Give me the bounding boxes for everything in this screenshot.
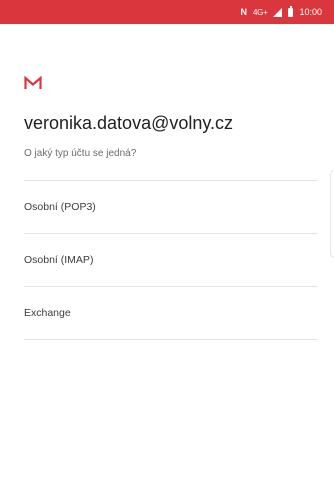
status-time: 10:00 (299, 7, 322, 17)
account-type-list: Osobní (POP3) Osobní (IMAP) Exchange (24, 180, 318, 340)
option-imap[interactable]: Osobní (IMAP) (24, 234, 318, 287)
option-pop3[interactable]: Osobní (POP3) (24, 181, 318, 234)
nfc-icon: N (240, 7, 248, 17)
status-bar: N 4G+ 10:00 (0, 0, 334, 24)
account-email: veronika.datova@volny.cz (24, 113, 234, 133)
network-type-label: 4G+ (253, 7, 268, 17)
option-exchange[interactable]: Exchange (24, 287, 318, 340)
account-type-question: O jaký typ účtu se jedná? (24, 148, 137, 159)
battery-icon (288, 5, 294, 17)
gmail-m-icon (24, 76, 42, 89)
side-edge-handle[interactable] (330, 170, 334, 258)
account-type-screen: N 4G+ 10:00 veronika.datova@volny.cz O j… (0, 0, 334, 501)
signal-icon (273, 7, 283, 17)
